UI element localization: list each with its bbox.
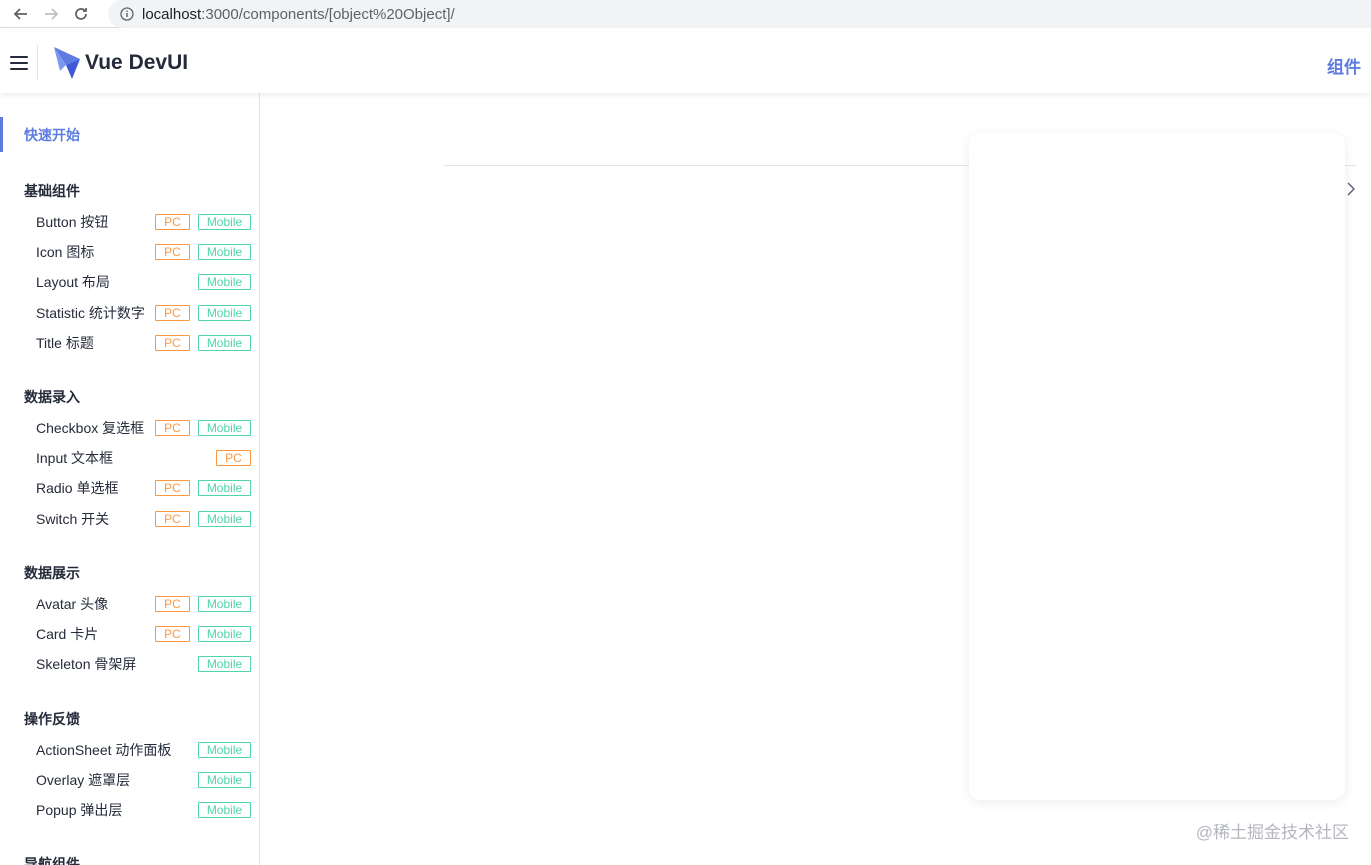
sidebar-item-skeleton[interactable]: Skeleton 骨架屏 Mobile [0,650,259,678]
sidebar-item-label: 快速开始 [24,126,80,143]
sidebar-item-label: Statistic 统计数字 [36,305,145,321]
sidebar-item-icon[interactable]: Icon 图标 PC Mobile [0,238,259,266]
pc-tag: PC [155,335,190,351]
mobile-tag: Mobile [198,772,251,788]
group-title-basic: 基础组件 [24,183,80,199]
sidebar-item-label: Switch 开关 [36,511,110,527]
chevron-right-icon[interactable] [1346,181,1356,197]
pc-tag: PC [216,450,251,466]
mobile-tag: Mobile [198,305,251,321]
mobile-tag: Mobile [198,480,251,496]
mobile-tag: Mobile [198,626,251,642]
sidebar-item-radio[interactable]: Radio 单选框 PC Mobile [0,474,259,502]
group-title-feedback: 操作反馈 [24,711,80,727]
sidebar-item-label: Layout 布局 [36,274,110,290]
sidebar-item-switch[interactable]: Switch 开关 PC Mobile [0,505,259,533]
sidebar-item-label: Title 标题 [36,335,94,351]
sidebar-item-label: Radio 单选框 [36,480,119,496]
hamburger-menu-icon[interactable] [10,56,28,70]
sidebar-item-checkbox[interactable]: Checkbox 复选框 PC Mobile [0,414,259,442]
sidebar-item-label: Input 文本框 [36,450,114,466]
sidebar-item-label: Popup 弹出层 [36,802,123,818]
pc-tag: PC [155,214,190,230]
sidebar-item-label: Overlay 遮罩层 [36,772,131,788]
mobile-tag: Mobile [198,274,251,290]
mobile-tag: Mobile [198,420,251,436]
group-title-data-entry: 数据录入 [24,389,80,405]
reload-icon [75,7,87,20]
pc-tag: PC [155,480,190,496]
logo-text[interactable]: Vue DevUI [85,51,188,75]
sidebar-item-card[interactable]: Card 卡片 PC Mobile [0,620,259,648]
pc-tag: PC [155,305,190,321]
header-divider [37,45,38,81]
url-path: :3000/components/[object%20Object]/ [201,5,455,23]
group-title-navigation: 导航组件 [24,856,80,865]
arrow-left-icon [13,7,27,20]
active-indicator [0,117,3,152]
forward-button[interactable] [40,3,62,25]
sidebar-item-quick-start[interactable]: 快速开始 [0,117,259,152]
sidebar-item-label: Skeleton 骨架屏 [36,656,137,672]
sidebar-item-input[interactable]: Input 文本框 PC [0,444,259,472]
sidebar-item-label: Checkbox 复选框 [36,420,145,436]
devui-logo-icon[interactable] [52,45,82,81]
sidebar-item-overlay[interactable]: Overlay 遮罩层 Mobile [0,766,259,794]
mobile-preview-panel [969,133,1345,800]
sidebar-item-actionsheet[interactable]: ActionSheet 动作面板 Mobile [0,736,259,764]
group-title-data-display: 数据展示 [24,565,80,581]
url-host: localhost [142,5,202,23]
pc-tag: PC [155,244,190,260]
sidebar-item-label: Icon 图标 [36,244,95,260]
sidebar-item-button[interactable]: Button 按钮 PC Mobile [0,208,259,236]
sidebar-item-label: Avatar 头像 [36,596,109,612]
arrow-right-icon [45,7,59,20]
sidebar-item-popup[interactable]: Popup 弹出层 Mobile [0,796,259,824]
url-text: localhost:3000/components/[object%20Obje… [142,6,455,23]
mobile-tag: Mobile [198,511,251,527]
pc-tag: PC [155,626,190,642]
mobile-tag: Mobile [198,335,251,351]
sidebar-item-title[interactable]: Title 标题 PC Mobile [0,329,259,357]
sidebar-item-label: ActionSheet 动作面板 [36,742,172,758]
sidebar-item-avatar[interactable]: Avatar 头像 PC Mobile [0,590,259,618]
pc-tag: PC [155,596,190,612]
pc-tag: PC [155,420,190,436]
mobile-tag: Mobile [198,802,251,818]
main-content [260,93,1371,865]
mobile-tag: Mobile [198,596,251,612]
mobile-tag: Mobile [198,244,251,260]
sidebar-item-label: Card 卡片 [36,626,99,642]
nav-link-components[interactable]: 组件 [1327,53,1361,78]
mobile-tag: Mobile [198,742,251,758]
mobile-tag: Mobile [198,214,251,230]
sidebar-item-statistic[interactable]: Statistic 统计数字 PC Mobile [0,299,259,327]
browser-toolbar: localhost:3000/components/[object%20Obje… [0,0,1371,28]
sidebar: 快速开始 基础组件 Button 按钮 PC Mobile Icon 图标 PC… [0,93,260,865]
pc-tag: PC [155,511,190,527]
watermark: @稀土掘金技术社区 [1195,823,1349,842]
reload-button[interactable] [70,3,92,25]
info-icon[interactable] [120,7,134,21]
sidebar-item-label: Button 按钮 [36,214,109,230]
app-header: Vue DevUI 组件 [0,33,1371,93]
address-bar[interactable]: localhost:3000/components/[object%20Obje… [108,0,1371,28]
back-button[interactable] [10,3,32,25]
mobile-tag: Mobile [198,656,251,672]
sidebar-item-layout[interactable]: Layout 布局 Mobile [0,268,259,296]
